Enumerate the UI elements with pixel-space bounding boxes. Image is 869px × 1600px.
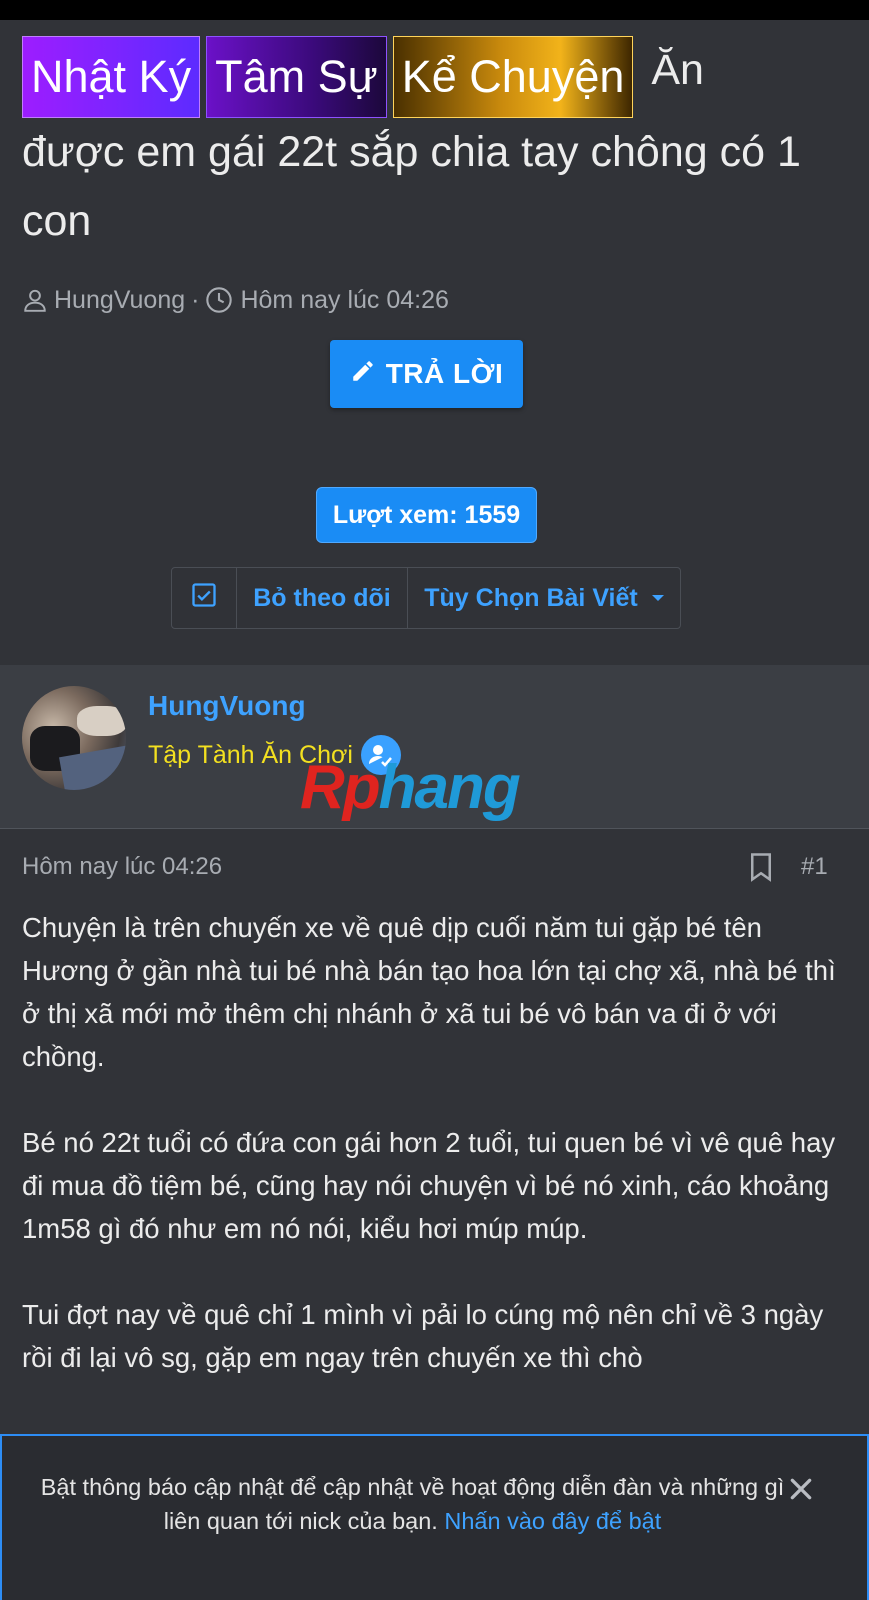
thread-action-group: Bỏ theo dõi Tùy Chọn Bài Viết [171, 567, 681, 629]
unfollow-button[interactable]: Bỏ theo dõi [237, 568, 408, 628]
meta-separator: · [191, 285, 200, 314]
reply-button[interactable]: TRẢ LỜI [330, 340, 523, 408]
enable-notifications-link[interactable]: Nhấn vào đây để bật [444, 1508, 661, 1534]
clock-icon [205, 286, 233, 314]
thread-meta: HungVuong · Hôm nay lúc 04:26 [22, 283, 449, 317]
post-paragraph: Chuyện là trên chuyến xe về quê dịp cuối… [22, 912, 836, 1072]
reply-button-label: TRẢ LỜI [385, 358, 504, 389]
thread-date-link[interactable]: Hôm nay lúc 04:26 [240, 286, 448, 315]
thread-title: Nhật Ký Tâm Sự Kể Chuyện Ăn được em gái 22… [22, 36, 847, 256]
pencil-icon [350, 358, 386, 391]
checkbox-checked-icon [190, 581, 218, 616]
notification-message: Bật thông báo cập nhật để cập nhật về ho… [40, 1474, 785, 1534]
post-number-link[interactable]: #1 [801, 853, 828, 881]
notification-text: Bật thông báo cập nhật để cập nhật về ho… [40, 1470, 785, 1538]
select-checkbox[interactable] [172, 568, 237, 628]
close-icon[interactable] [788, 1476, 814, 1507]
caret-down-icon [651, 595, 664, 601]
thread-options-dropdown[interactable]: Tùy Chọn Bài Viết [408, 568, 680, 628]
status-bar [0, 0, 869, 20]
post-paragraph: Bé nó 22t tuổi có đứa con gái hơn 2 tuổi… [22, 1127, 836, 1244]
thread-title-first-word: Ăn [651, 46, 704, 94]
thread-options-label: Tùy Chọn Bài Viết [424, 583, 638, 612]
post-body: Chuyện là trên chuyến xe về quê dịp cuối… [22, 906, 852, 1422]
avatar[interactable] [22, 686, 126, 790]
bookmark-icon[interactable] [748, 852, 774, 887]
site-watermark-logo: Rphang [300, 753, 521, 822]
views-badge: Lượt xem: 1559 [316, 487, 537, 543]
prefix-badge-story[interactable]: Kể Chuyện [392, 36, 634, 118]
prefix-badge-diary[interactable]: Nhật Ký [22, 36, 201, 118]
thread-author-link[interactable]: HungVuong [54, 286, 185, 315]
post-username[interactable]: HungVuong [148, 690, 306, 722]
thread-title-text: được em gái 22t sắp chia tay chông có 1 … [22, 128, 801, 245]
post-paragraph: Tui đợt nay về quê chỉ 1 mình vì pải lo … [22, 1299, 824, 1373]
user-icon [22, 287, 48, 313]
post-date-link[interactable]: Hôm nay lúc 04:26 [22, 853, 222, 881]
prefix-badge-confide[interactable]: Tâm Sự [206, 36, 387, 118]
